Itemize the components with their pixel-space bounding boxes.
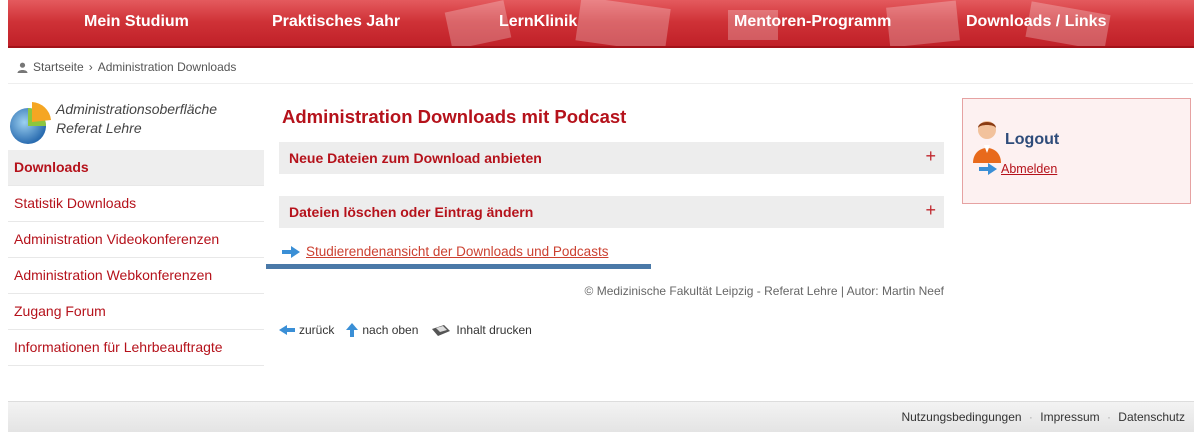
top-navigation: Mein Studium Praktisches Jahr LernKlinik… [8, 0, 1194, 48]
sidebar-item-videokonferenzen[interactable]: Administration Videokonferenzen [8, 222, 264, 258]
logout-title: Logout [1005, 131, 1060, 148]
breadcrumb-home[interactable]: Startseite [33, 60, 84, 74]
sidebar-item-zugang-forum[interactable]: Zugang Forum [8, 294, 264, 330]
breadcrumb-current: Administration Downloads [97, 60, 237, 74]
admin-heading-line2: Referat Lehre [56, 120, 142, 136]
sidebar-menu: Downloads Statistik Downloads Administra… [8, 150, 264, 366]
sidebar-item-downloads[interactable]: Downloads [8, 150, 264, 186]
nav-lernklinik[interactable]: LernKlinik [499, 13, 577, 31]
student-view-link[interactable]: Studierendenansicht der Downloads und Po… [282, 244, 608, 259]
logout-box: Logout Abmelden [962, 98, 1191, 204]
footer-separator: · [1106, 410, 1111, 424]
page-title: Administration Downloads mit Podcast [282, 106, 627, 127]
admin-heading: Administrationsoberfläche Referat Lehre [8, 96, 264, 150]
nav-mentoren-programm[interactable]: Mentoren-Programm [734, 13, 891, 31]
top-label: nach oben [362, 323, 419, 337]
breadcrumb-divider [8, 83, 1193, 84]
arrow-up-icon [346, 323, 359, 337]
nav-downloads-links[interactable]: Downloads / Links [966, 13, 1106, 31]
arrow-right-icon [282, 245, 300, 258]
user-icon [17, 62, 28, 73]
copyright: © Medizinische Fakultät Leipzig - Refera… [584, 284, 944, 298]
sidebar: Administrationsoberfläche Referat Lehre … [8, 96, 264, 366]
accordion-new-files[interactable]: Neue Dateien zum Download anbieten + [279, 142, 944, 174]
breadcrumb: Startseite › Administration Downloads [17, 60, 236, 74]
footer-link-datenschutz[interactable]: Datenschutz [1118, 410, 1185, 424]
accordion-delete-files[interactable]: Dateien löschen oder Eintrag ändern + [279, 196, 944, 228]
pie-chart-icon [10, 102, 51, 144]
back-button[interactable]: zurück [279, 323, 334, 337]
footer-links: Nutzungsbedingungen · Impressum · Datens… [901, 410, 1185, 424]
top-button[interactable]: nach oben [346, 323, 418, 337]
logout-link[interactable]: Abmelden [979, 162, 1057, 176]
print-label: Inhalt drucken [456, 323, 532, 337]
expand-plus-icon[interactable]: + [925, 200, 936, 221]
footer-separator: · [1028, 410, 1033, 424]
printer-icon [432, 325, 451, 336]
arrow-right-icon [979, 163, 997, 175]
footer: Nutzungsbedingungen · Impressum · Datens… [8, 401, 1194, 432]
accordion-new-files-label: Neue Dateien zum Download anbieten [289, 150, 542, 166]
student-view-link-text[interactable]: Studierendenansicht der Downloads und Po… [306, 244, 608, 259]
arrow-left-icon [279, 325, 295, 335]
user-avatar-icon [973, 121, 1001, 163]
logout-link-text[interactable]: Abmelden [1001, 162, 1057, 176]
footer-link-impressum[interactable]: Impressum [1040, 410, 1099, 424]
breadcrumb-separator: › [88, 60, 93, 74]
back-label: zurück [299, 323, 335, 337]
highlight-bar [266, 264, 651, 269]
nav-praktisches-jahr[interactable]: Praktisches Jahr [272, 13, 400, 31]
footer-link-nutzungsbedingungen[interactable]: Nutzungsbedingungen [901, 410, 1021, 424]
nav-mein-studium[interactable]: Mein Studium [84, 13, 189, 31]
sidebar-item-lehrbeauftragte[interactable]: Informationen für Lehrbeauftragte [8, 330, 264, 366]
nav-divider [8, 46, 1194, 48]
admin-heading-line1: Administrationsoberfläche [56, 101, 218, 117]
page-tools: zurück nach oben Inhalt drucken [279, 323, 544, 337]
print-button[interactable]: Inhalt drucken [430, 323, 532, 337]
expand-plus-icon[interactable]: + [925, 146, 936, 167]
accordion-delete-files-label: Dateien löschen oder Eintrag ändern [289, 204, 534, 220]
sidebar-item-webkonferenzen[interactable]: Administration Webkonferenzen [8, 258, 264, 294]
sidebar-item-statistik-downloads[interactable]: Statistik Downloads [8, 186, 264, 222]
